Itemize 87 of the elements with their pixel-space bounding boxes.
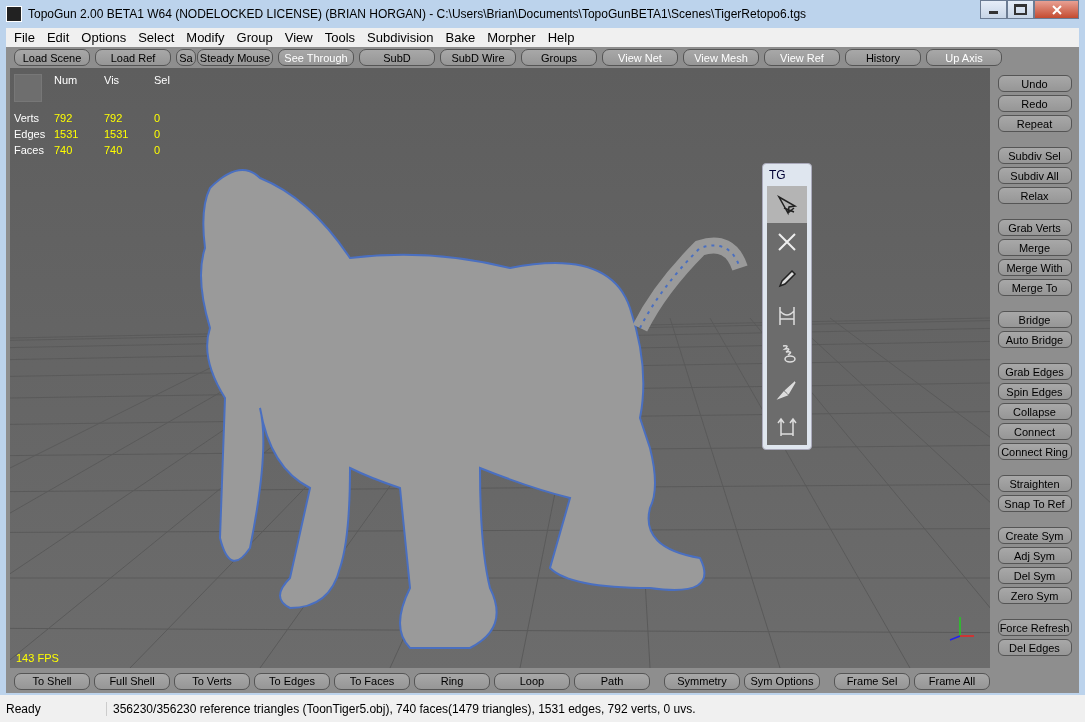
toolbar-button[interactable]: To Faces <box>334 672 410 690</box>
minimize-icon <box>989 11 998 14</box>
toolbar-button[interactable]: Ring <box>414 672 490 690</box>
menu-item[interactable]: Help <box>541 30 581 45</box>
menu-item[interactable]: Modify <box>180 30 231 45</box>
tool-button[interactable]: Connect Ring <box>997 443 1072 460</box>
toolbar-button[interactable]: Sym Options <box>744 672 820 690</box>
toolbar-button[interactable]: Frame All <box>914 672 990 690</box>
menu-item[interactable]: Group <box>230 30 279 45</box>
window-title: TopoGun 2.00 BETA1 W64 (NODELOCKED LICENSE) (BRIAN HORGAN) - C:\Users\Brian\Documents\TopoGunBETA1\Scenes\TigerRetopo6.tgs <box>28 7 808 21</box>
tool-button[interactable]: Grab Verts <box>997 219 1072 236</box>
row-label: Verts <box>14 112 41 124</box>
tool-button[interactable]: Merge <box>997 239 1072 256</box>
tool-button[interactable]: Force Refresh <box>997 619 1072 636</box>
stat-value: 792 <box>54 112 74 124</box>
tiger-model-drawing[interactable] <box>200 169 748 649</box>
menu-item[interactable]: Select <box>132 30 181 45</box>
tool-button[interactable]: Relax <box>997 187 1072 204</box>
maximize-icon <box>1014 4 1027 15</box>
stat-value: 740 <box>54 144 74 156</box>
tool-button[interactable]: Straighten <box>997 475 1072 492</box>
toolbar-button[interactable]: To Verts <box>174 672 250 690</box>
row-label: Faces <box>14 144 45 156</box>
column-header: Vis <box>104 74 121 88</box>
tool-button[interactable]: Redo <box>997 95 1072 112</box>
tool-button[interactable]: Merge With <box>997 259 1072 276</box>
tool-button[interactable]: Repeat <box>997 115 1072 132</box>
tool-button[interactable]: Merge To <box>997 279 1072 296</box>
axis-gizmo-icon <box>948 614 976 642</box>
toolbar-button[interactable]: Full Shell <box>94 672 170 690</box>
toolbar-button[interactable]: SubD <box>359 49 435 66</box>
tool-button[interactable]: Collapse <box>997 403 1072 420</box>
close-button[interactable] <box>1034 0 1079 19</box>
close-icon <box>1050 4 1063 15</box>
toolbar-button[interactable]: History <box>845 49 921 66</box>
toolbar-button[interactable]: Sa <box>176 49 196 66</box>
tool-button[interactable]: Adj Sym <box>997 547 1072 564</box>
toolbar-button[interactable]: To Shell <box>14 672 90 690</box>
stat-value: 740 <box>104 144 124 156</box>
menu-item[interactable]: File <box>8 30 41 45</box>
app-logo-icon <box>6 6 22 22</box>
menu-item[interactable]: Edit <box>40 30 76 45</box>
column-header: Sel <box>154 74 171 88</box>
toolbar-button[interactable]: Groups <box>521 49 597 66</box>
tool-button[interactable]: Undo <box>997 75 1072 92</box>
tool-button[interactable]: Del Edges <box>997 639 1072 656</box>
tool-button[interactable]: Bridge <box>997 311 1072 328</box>
menu-item[interactable]: View <box>278 30 319 45</box>
stat-value: 0 <box>154 112 162 124</box>
minimize-button[interactable] <box>980 0 1007 19</box>
fps-counter: 143 FPS <box>16 652 59 664</box>
menu-item[interactable]: Morpher <box>481 30 542 45</box>
toolbar-button[interactable]: Frame Sel <box>834 672 910 690</box>
toolbar-button[interactable]: To Edges <box>254 672 330 690</box>
tool-button[interactable]: Subdiv All <box>997 167 1072 184</box>
tool-button[interactable]: Subdiv Sel <box>997 147 1072 164</box>
tool-button[interactable]: Del Sym <box>997 567 1072 584</box>
stat-value: 0 <box>154 128 162 140</box>
row-label: Edges <box>14 128 47 140</box>
maximize-button[interactable] <box>1007 0 1034 19</box>
tool-button[interactable]: Connect <box>997 423 1072 440</box>
toolbar-button[interactable]: Load Ref <box>95 49 171 66</box>
toolbar-button[interactable]: SubD Wire <box>440 49 516 66</box>
toolbar-button[interactable]: Path <box>574 672 650 690</box>
toolbar-button[interactable]: Steady Mouse <box>197 49 273 66</box>
toolbar-button[interactable]: Loop <box>494 672 570 690</box>
tool-button[interactable]: Spin Edges <box>997 383 1072 400</box>
menu-item[interactable]: Options <box>75 30 133 45</box>
tool-button[interactable]: Create Sym <box>997 527 1072 544</box>
stat-value: 1531 <box>104 128 130 140</box>
menu-item[interactable]: Bake <box>439 30 482 45</box>
stat-value: 1531 <box>54 128 80 140</box>
tool-button[interactable]: Zero Sym <box>997 587 1072 604</box>
stat-value: 792 <box>104 112 124 124</box>
toolbar-button[interactable]: Load Scene <box>14 49 90 66</box>
column-header: Num <box>54 74 79 88</box>
toolbar-button[interactable]: Symmetry <box>664 672 740 690</box>
3d-viewport[interactable]: Num Vis Sel Verts 792 792 0 Edges 1531 1531 0 Faces 740 740 0 143 FPS TG <box>10 68 990 668</box>
status-message: 356230/356230 reference triangles (ToonTiger5.obj), 740 faces(1479 triangles), 1531 edges, 792 verts, 0 uvs. <box>112 701 696 716</box>
menu-item[interactable]: Tools <box>318 30 362 45</box>
menu-item[interactable]: Subdivision <box>361 30 440 45</box>
tool-button[interactable]: Auto Bridge <box>997 331 1072 348</box>
palette-title: TG <box>768 167 787 184</box>
status-text: Ready <box>6 701 107 716</box>
tool-button[interactable]: Snap To Ref <box>997 495 1072 512</box>
tool-button[interactable]: Grab Edges <box>997 363 1072 380</box>
stat-value: 0 <box>154 144 162 156</box>
